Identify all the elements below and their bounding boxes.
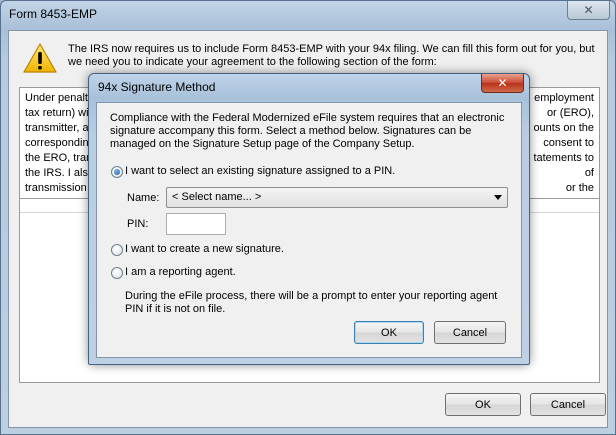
info-message: The IRS now requires us to include Form … <box>68 43 595 68</box>
pin-label: PIN: <box>127 218 149 230</box>
cancel-button[interactable]: Cancel <box>530 393 606 416</box>
pin-input[interactable] <box>166 213 226 235</box>
warning-icon <box>23 43 57 73</box>
dialog-cancel-button[interactable]: Cancel <box>434 321 506 344</box>
dialog-client-area: Compliance with the Federal Modernized e… <box>96 102 522 358</box>
legal-text-line-left: the ERO, trans <box>25 152 98 164</box>
window-title: Form 8453-EMP <box>9 7 98 21</box>
dialog-description: Compliance with the Federal Modernized e… <box>110 112 505 150</box>
reporting-agent-note: During the eFile process, there will be … <box>125 290 498 315</box>
legal-text-line-left: Under penaltie <box>25 92 97 104</box>
dialog-ok-button[interactable]: OK <box>354 321 424 344</box>
legal-text-line-left: tax return) wi <box>25 107 89 119</box>
close-icon: ✕ <box>497 76 508 90</box>
radio-reporting-agent-label[interactable]: I am a reporting agent. <box>125 266 236 278</box>
radio-reporting-agent[interactable] <box>111 267 123 279</box>
legal-text-line-right: of <box>584 167 594 179</box>
ok-button[interactable]: OK <box>445 393 521 416</box>
window-close-button[interactable]: ✕ <box>567 1 610 20</box>
legal-text-line-right: or the <box>565 182 594 194</box>
legal-text-line-left: the IRS. I also <box>25 167 95 179</box>
name-select[interactable]: < Select name... > <box>166 187 508 208</box>
radio-existing-signature-label[interactable]: I want to select an existing signature a… <box>125 165 395 177</box>
radio-new-signature-label[interactable]: I want to create a new signature. <box>125 243 284 255</box>
dialog-title: 94x Signature Method <box>98 80 216 94</box>
legal-text-line-left: transmitter, an <box>25 122 95 134</box>
chevron-down-icon <box>494 195 502 200</box>
legal-text-line-left: transmission a <box>25 182 96 194</box>
legal-text-line-right: consent to <box>543 137 594 149</box>
legal-text-line-right: or (ERO), <box>546 107 594 119</box>
legal-text-line-right: tatements to <box>533 152 594 164</box>
legal-text-line-right: employment <box>534 92 594 104</box>
legal-text-line-left: correspondin <box>25 137 89 149</box>
name-select-value: < Select name... > <box>172 191 262 203</box>
close-icon: ✕ <box>583 3 594 17</box>
radio-new-signature[interactable] <box>111 244 123 256</box>
legal-text-line-right: ounts on the <box>533 122 594 134</box>
radio-existing-signature[interactable] <box>111 166 123 178</box>
name-label: Name: <box>127 192 160 204</box>
dialog-close-button[interactable]: ✕ <box>481 74 524 93</box>
